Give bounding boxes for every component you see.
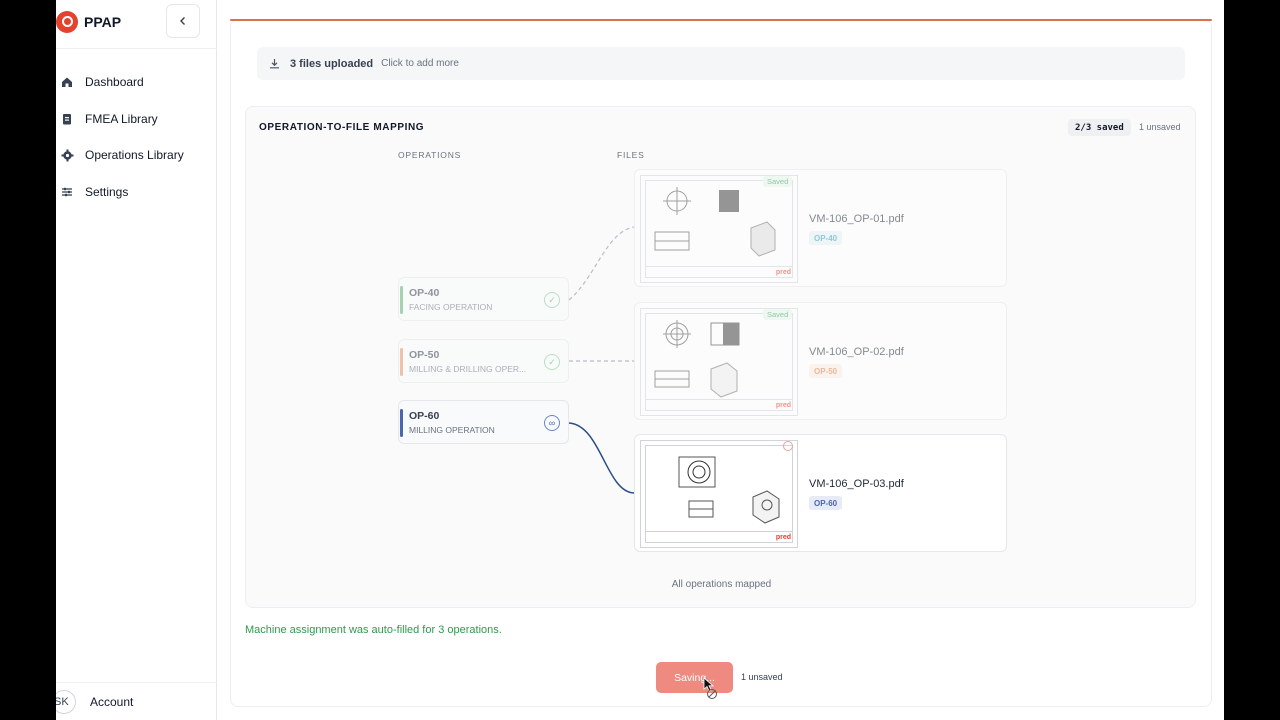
saved-tag: Saved	[763, 176, 793, 187]
file-card-op-03[interactable]: pred VM-106_OP-03.pdf OP-60	[634, 434, 1007, 552]
saved-tag: Saved	[763, 309, 793, 320]
operation-file-mapping-panel: OPERATION-TO-FILE MAPPING 2/3 saved 1 un…	[245, 106, 1196, 608]
operation-name: MILLING & DRILLING OPER...	[409, 364, 527, 374]
op-color-bar	[400, 409, 403, 437]
file-op-tag: OP-60	[809, 496, 843, 510]
operation-name: MILLING OPERATION	[409, 425, 495, 435]
clipboard-icon	[60, 112, 74, 126]
saved-count-badge: 2/3 saved	[1068, 119, 1131, 136]
link-icon[interactable]: ∞	[544, 415, 560, 431]
brand-name: PPAP	[84, 14, 122, 30]
brand[interactable]: PPAP	[56, 10, 121, 34]
drawing-title-block	[645, 266, 793, 278]
account-menu[interactable]: SK Account	[56, 682, 217, 720]
op-color-bar	[400, 286, 403, 314]
operation-card-op-60[interactable]: OP-60 MILLING OPERATION ∞	[398, 400, 569, 444]
sidebar-item-label: Dashboard	[85, 75, 144, 90]
drawing-thumbnail: pred	[640, 308, 798, 416]
mouse-pointer-icon	[703, 677, 717, 699]
drawing-title-block	[645, 399, 793, 411]
file-op-tag: OP-50	[809, 364, 843, 378]
save-button[interactable]: Saving...	[656, 662, 733, 693]
operation-id: OP-40	[409, 287, 440, 299]
file-card-op-02[interactable]: pred Saved VM-106_OP-02.pdf OP-50	[634, 302, 1007, 420]
sidebar: PPAP Dashboard FMEA Library Operations L…	[56, 0, 217, 720]
file-op-tag: OP-40	[809, 231, 843, 245]
operation-id: OP-60	[409, 410, 440, 422]
unsaved-count: 1 unsaved	[1139, 122, 1181, 132]
check-circle-icon: ✓	[544, 354, 560, 370]
sidebar-item-operations-library[interactable]: Operations Library	[56, 137, 217, 174]
operation-card-op-50[interactable]: OP-50 MILLING & DRILLING OPER... ✓	[398, 339, 569, 383]
sliders-icon	[60, 185, 74, 199]
upload-hint: Click to add more	[381, 58, 459, 69]
operation-id: OP-50	[409, 349, 440, 361]
upload-count: 3 files uploaded	[290, 57, 374, 70]
main-content: 3 files uploaded Click to add more OPERA…	[217, 0, 1224, 720]
sidebar-item-label: Operations Library	[85, 148, 184, 163]
gear-icon	[60, 148, 74, 162]
upload-dropzone[interactable]: 3 files uploaded Click to add more	[257, 47, 1185, 80]
sidebar-item-dashboard[interactable]: Dashboard	[56, 64, 217, 101]
operation-name: FACING OPERATION	[409, 302, 493, 312]
mapping-title: OPERATION-TO-FILE MAPPING	[259, 122, 425, 133]
file-card-op-01[interactable]: pred Saved VM-106_OP-01.pdf OP-40	[634, 169, 1007, 287]
drawing-title-block	[645, 531, 793, 543]
connector-op40	[568, 226, 635, 301]
operation-card-op-40[interactable]: OP-40 FACING OPERATION ✓	[398, 277, 569, 321]
sidebar-nav: Dashboard FMEA Library Operations Librar…	[56, 64, 217, 210]
drawing-thumbnail: pred	[640, 440, 798, 548]
unsaved-count-bottom: 1 unsaved	[741, 672, 783, 682]
op-color-bar	[400, 348, 403, 376]
sidebar-item-settings[interactable]: Settings	[56, 174, 217, 211]
chevron-left-icon	[180, 17, 185, 25]
check-circle-icon: ✓	[544, 292, 560, 308]
pending-save-indicator-icon	[783, 441, 793, 451]
drawing-thumbnail: pred	[640, 175, 798, 283]
sidebar-divider	[56, 48, 217, 49]
drawing-brand-mark: pred	[775, 534, 791, 541]
file-name: VM-106_OP-03.pdf	[809, 478, 904, 490]
file-name: VM-106_OP-02.pdf	[809, 346, 904, 358]
collapse-sidebar-button[interactable]	[166, 4, 200, 38]
operations-column-header: OPERATIONS	[398, 150, 462, 160]
account-label: Account	[90, 694, 134, 709]
accent-line	[230, 19, 1212, 21]
sidebar-item-fmea-library[interactable]: FMEA Library	[56, 101, 217, 138]
sidebar-item-label: FMEA Library	[85, 111, 158, 126]
drawing-brand-mark: pred	[775, 402, 791, 409]
files-column-header: FILES	[617, 150, 645, 160]
home-icon	[60, 75, 74, 89]
file-name: VM-106_OP-01.pdf	[809, 213, 904, 225]
drawing-brand-mark: pred	[775, 269, 791, 276]
avatar: SK	[56, 689, 76, 714]
sidebar-item-label: Settings	[85, 184, 129, 199]
app-window: PPAP Dashboard FMEA Library Operations L…	[56, 0, 1224, 720]
mapping-status-text: All operations mapped	[671, 579, 772, 590]
connector-op60	[568, 422, 635, 494]
autofill-notice: Machine assignment was auto-filled for 3…	[245, 624, 502, 636]
download-icon	[270, 59, 279, 69]
ppap-logo-icon	[56, 11, 78, 33]
